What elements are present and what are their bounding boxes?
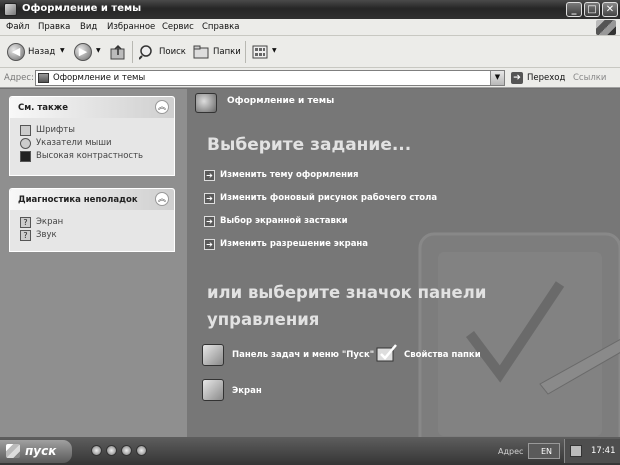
pick-task-heading: Выберите задание...: [207, 135, 412, 155]
windows-logo-icon: [596, 20, 616, 35]
back-dropdown-icon[interactable]: ▼: [60, 47, 65, 54]
mouse-icon: [20, 138, 31, 149]
troubleshoot-title: Диагностика неполадок: [18, 195, 138, 205]
fonts-folder-icon: [20, 125, 31, 136]
task-change-theme-label[interactable]: Изменить тему оформления: [220, 170, 358, 180]
troubleshoot-sound-label[interactable]: Звук: [36, 230, 57, 240]
menu-bar: Файл Правка Вид Избранное Сервис Справка: [0, 19, 620, 36]
go-button-label[interactable]: Переход: [527, 73, 565, 83]
main-pane: Оформление и темы Выберите задание... ➔ …: [187, 89, 620, 437]
checklist-watermark-icon: [418, 232, 620, 437]
go-arrow-icon[interactable]: ➔: [511, 72, 523, 84]
taskbar: пуск Адрес EN 17:41: [0, 437, 620, 465]
address-value: Оформление и темы: [53, 73, 146, 83]
address-input[interactable]: Оформление и темы ▼: [35, 70, 505, 86]
start-label: пуск: [25, 444, 57, 458]
troubleshoot-panel: Диагностика неполадок ︽ ? Экран ? Звук: [9, 188, 175, 252]
forward-dropdown-icon[interactable]: ▼: [96, 47, 101, 54]
address-bar: Адрес: Оформление и темы ▼ ➔ Переход Ссы…: [0, 68, 620, 88]
pick-icon-heading-line2: управления: [207, 310, 320, 329]
search-icon[interactable]: [139, 44, 155, 60]
task-arrow-icon: ➔: [204, 239, 215, 250]
troubleshoot-display[interactable]: ? Экран: [20, 216, 174, 229]
task-arrow-icon: ➔: [204, 216, 215, 227]
see-also-high-contrast[interactable]: Высокая контрастность: [20, 150, 174, 163]
help-question-icon: ?: [20, 217, 31, 228]
appearance-themes-icon: [195, 93, 217, 113]
links-label[interactable]: Ссылки: [573, 73, 606, 83]
address-label: Адрес:: [4, 73, 34, 83]
menu-view[interactable]: Вид: [80, 22, 97, 32]
maximize-button[interactable]: □: [584, 2, 600, 17]
menu-edit[interactable]: Правка: [38, 22, 70, 32]
content-area: См. также ︽ Шрифты Указатели мыши Высока…: [0, 89, 620, 437]
back-arrow-icon[interactable]: ◀: [7, 43, 25, 61]
address-dropdown-icon[interactable]: ▼: [490, 71, 504, 85]
cp-taskbar-start-label[interactable]: Панель задач и меню "Пуск": [232, 350, 374, 360]
menu-favorites[interactable]: Избранное: [107, 22, 155, 32]
quicklaunch-player-icon[interactable]: [121, 445, 132, 456]
folder-up-icon[interactable]: [110, 44, 126, 60]
quicklaunch-ie-icon[interactable]: [91, 445, 102, 456]
title-bar: Оформление и темы _ □ ✕: [0, 0, 620, 19]
troubleshoot-header[interactable]: Диагностика неполадок ︽: [10, 189, 174, 210]
see-also-fonts[interactable]: Шрифты: [20, 124, 174, 137]
windows-flag-icon: [6, 444, 20, 458]
task-screensaver-label[interactable]: Выбор экранной заставки: [220, 216, 348, 226]
taskbar-start-menu-icon[interactable]: [202, 344, 224, 366]
quicklaunch-desktop-icon[interactable]: [136, 445, 147, 456]
window-title: Оформление и темы: [22, 3, 142, 14]
collapse-chevron-icon[interactable]: ︽: [155, 100, 169, 114]
language-indicator[interactable]: EN: [541, 447, 552, 456]
see-also-contrast-label[interactable]: Высокая контрастность: [36, 151, 143, 161]
see-also-fonts-label[interactable]: Шрифты: [36, 125, 75, 135]
minimize-button[interactable]: _: [566, 2, 582, 17]
search-button-label[interactable]: Поиск: [159, 47, 186, 57]
task-change-resolution-label[interactable]: Изменить разрешение экрана: [220, 239, 368, 249]
task-sidebar: См. также ︽ Шрифты Указатели мыши Высока…: [0, 89, 187, 437]
toolbar: ◀ Назад ▼ ▶ ▼ Поиск Папки ▼: [0, 36, 620, 68]
cp-folder-options-label[interactable]: Свойства папки: [404, 350, 481, 360]
pick-icon-heading-line1: или выберите значок панели: [207, 283, 487, 302]
menu-help[interactable]: Справка: [202, 22, 239, 32]
menu-file[interactable]: Файл: [6, 22, 29, 32]
menu-tools[interactable]: Сервис: [162, 22, 194, 32]
display-monitor-icon[interactable]: [202, 379, 224, 401]
forward-arrow-icon[interactable]: ▶: [74, 43, 92, 61]
task-arrow-icon: ➔: [204, 170, 215, 181]
system-tray: 17:41: [564, 439, 620, 463]
tray-network-icon[interactable]: [570, 445, 582, 457]
folders-button-label[interactable]: Папки: [213, 47, 241, 57]
taskbar-address-label: Адрес: [498, 447, 524, 456]
start-button[interactable]: пуск: [0, 440, 72, 463]
see-also-panel: См. также ︽ Шрифты Указатели мыши Высока…: [9, 96, 175, 176]
help-question-icon: ?: [20, 230, 31, 241]
task-arrow-icon: ➔: [204, 193, 215, 204]
clock: 17:41: [591, 446, 616, 456]
see-also-header[interactable]: См. также ︽: [10, 97, 174, 118]
quicklaunch-media-icon[interactable]: [106, 445, 117, 456]
back-button-label[interactable]: Назад: [28, 47, 55, 57]
folder-app-icon: [4, 3, 17, 16]
location-icon: [38, 73, 49, 83]
views-grid-icon[interactable]: [252, 44, 268, 60]
close-button[interactable]: ✕: [602, 2, 618, 17]
see-also-mouse-pointers[interactable]: Указатели мыши: [20, 137, 174, 150]
collapse-chevron-icon[interactable]: ︽: [155, 192, 169, 206]
views-dropdown-icon[interactable]: ▼: [272, 47, 277, 54]
toolbar-separator: [132, 41, 133, 63]
see-also-title: См. также: [18, 103, 69, 113]
category-header: Оформление и темы: [227, 96, 335, 106]
cp-display-label[interactable]: Экран: [232, 386, 262, 396]
see-also-mouse-label[interactable]: Указатели мыши: [36, 138, 112, 148]
folder-options-icon[interactable]: [376, 342, 398, 364]
high-contrast-icon: [20, 151, 31, 162]
troubleshoot-display-label[interactable]: Экран: [36, 217, 63, 227]
task-change-wallpaper-label[interactable]: Изменить фоновый рисунок рабочего стола: [220, 193, 437, 203]
toolbar-separator: [245, 41, 246, 63]
folders-icon[interactable]: [193, 44, 209, 60]
troubleshoot-sound[interactable]: ? Звук: [20, 229, 174, 242]
